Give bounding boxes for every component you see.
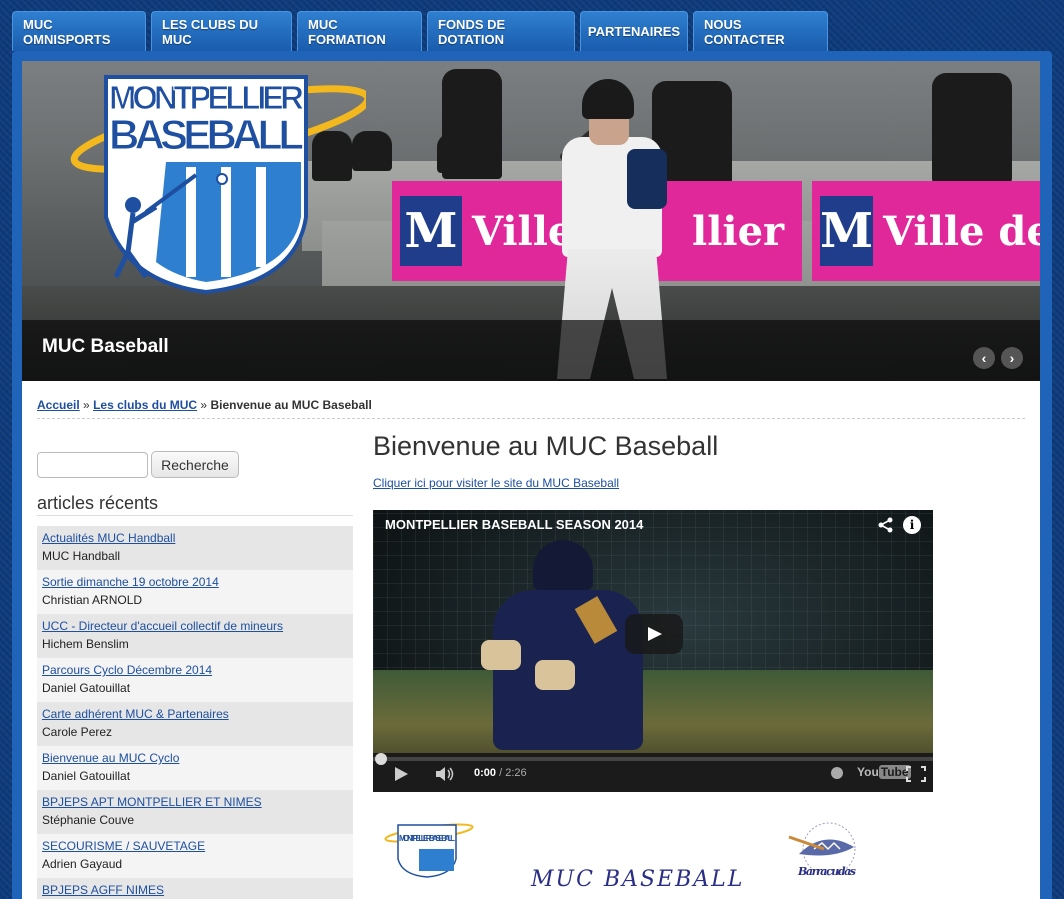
list-item: Parcours Cyclo Décembre 2014 Daniel Gato…: [37, 658, 353, 702]
article-link[interactable]: Carte adhérent MUC & Partenaires: [42, 707, 348, 722]
ad-logo-m: M: [400, 196, 462, 266]
page-title: Bienvenue au MUC Baseball: [373, 431, 719, 461]
breadcrumb-current: Bienvenue au MUC Baseball: [210, 398, 372, 412]
list-item: Actualités MUC Handball MUC Handball: [37, 526, 353, 570]
article-link[interactable]: Sortie dimanche 19 octobre 2014: [42, 575, 348, 590]
current-time: 0:00: [474, 767, 497, 779]
video-player[interactable]: MONTPELLIER BASEBALL SEASON 2014 i 0:00 …: [373, 510, 933, 792]
watch-later-icon[interactable]: [831, 767, 843, 779]
background-player: [932, 73, 1012, 183]
article-author: MUC Handball: [42, 549, 121, 563]
banner-slider: M Ville d llier M Ville de MONTPELLIER B…: [22, 61, 1040, 381]
volume-icon[interactable]: [435, 767, 455, 781]
article-author: Carole Perez: [42, 725, 113, 739]
article-link[interactable]: UCC - Directeur d'accueil collectif de m…: [42, 619, 348, 634]
small-logo-text: MONTPELLIER BASEBALL: [399, 834, 455, 843]
article-link[interactable]: SECOURISME / SAUVETAGE: [42, 839, 348, 854]
article-author: Adrien Gayaud: [42, 857, 123, 871]
ad-text: Ville de M: [883, 207, 1040, 255]
article-author: Hichem Benslim: [42, 637, 129, 651]
ad-logo-m: M: [820, 196, 874, 266]
barracudas-logo: Barracudas: [788, 822, 856, 878]
nav-tab-label: PARTENAIRES: [587, 24, 681, 39]
article-link[interactable]: BPJEPS AGFF NIMES: [42, 883, 348, 898]
list-item: UCC - Directeur d'accueil collectif de m…: [37, 614, 353, 658]
montpellier-baseball-small-logo: MONTPELLIER BASEBALL: [384, 823, 474, 878]
divider: [37, 515, 353, 516]
nav-tab-partenaires[interactable]: PARTENAIRES: [580, 11, 688, 51]
control-play-icon[interactable]: [395, 767, 408, 781]
play-button[interactable]: [625, 614, 683, 654]
ad-board: M Ville de M: [812, 181, 1040, 281]
nav-tab-muc-formation[interactable]: MUC FORMATION: [297, 11, 422, 51]
recent-articles-list: Actualités MUC Handball MUC Handball Sor…: [37, 526, 353, 899]
time-display: 0:00 / 2:26: [474, 767, 527, 779]
nav-tab-muc-omnisports[interactable]: MUC OMNISPORTS: [12, 11, 146, 51]
muc-baseball-wordmark: MUC BASEBALL: [531, 867, 745, 892]
video-controls: 0:00 / 2:26 You Tube: [373, 753, 933, 792]
nav-tab-les-clubs[interactable]: LES CLUBS DU MUC: [151, 11, 292, 51]
slider-next-button[interactable]: ›: [1001, 347, 1023, 369]
share-icon[interactable]: [877, 516, 895, 534]
list-item: BPJEPS AGFF NIMES: [37, 878, 353, 899]
search-button[interactable]: Recherche: [151, 451, 239, 478]
nav-tab-label: MUC FORMATION: [308, 16, 386, 47]
nav-tab-fonds-dotation[interactable]: FONDS DE DOTATION: [427, 11, 575, 51]
fullscreen-icon[interactable]: [906, 766, 926, 782]
barracudas-text: Barracudas: [797, 865, 856, 878]
list-item: Bienvenue au MUC Cyclo Daniel Gatouillat: [37, 746, 353, 790]
montpellier-baseball-logo: MONTPELLIER BASEBALL: [70, 75, 366, 295]
banner-caption-title: MUC Baseball: [42, 336, 169, 357]
youtube-logo[interactable]: You Tube: [857, 765, 911, 779]
article-author: Daniel Gatouillat: [42, 769, 131, 783]
list-item: Carte adhérent MUC & Partenaires Carole …: [37, 702, 353, 746]
nav-tab-label: LES CLUBS DU MUC: [162, 16, 259, 47]
divider: [37, 418, 1025, 419]
article-author: Christian ARNOLD: [42, 593, 143, 607]
nav-tab-label: FONDS DE DOTATION: [438, 16, 506, 47]
breadcrumb-home-link[interactable]: Accueil: [37, 398, 80, 412]
breadcrumb: Accueil » Les clubs du MUC » Bienvenue a…: [37, 398, 372, 412]
ad-board: llier: [682, 181, 802, 281]
breadcrumb-separator: »: [83, 398, 90, 412]
video-frame-batter: [473, 540, 673, 770]
top-nav: MUC OMNISPORTS LES CLUBS DU MUC MUC FORM…: [12, 11, 828, 51]
nav-tab-nous-contacter[interactable]: NOUS CONTACTER: [693, 11, 828, 51]
article-link[interactable]: Actualités MUC Handball: [42, 531, 348, 546]
background-helmet: [437, 133, 477, 173]
ad-text: llier: [692, 207, 785, 255]
nav-tab-label: NOUS CONTACTER: [704, 16, 785, 47]
video-title: MONTPELLIER BASEBALL SEASON 2014: [385, 517, 644, 532]
progress-bar[interactable]: [373, 753, 933, 765]
duration: / 2:26: [499, 767, 527, 779]
banner-caption-bar: MUC Baseball ‹ ›: [22, 320, 1040, 381]
progress-knob[interactable]: [375, 753, 387, 765]
list-item: BPJEPS APT MONTPELLIER ET NIMES Stéphani…: [37, 790, 353, 834]
breadcrumb-clubs-link[interactable]: Les clubs du MUC: [93, 398, 197, 412]
slider-prev-button[interactable]: ‹: [973, 347, 995, 369]
article-link[interactable]: Parcours Cyclo Décembre 2014: [42, 663, 348, 678]
page-content: M Ville d llier M Ville de MONTPELLIER B…: [22, 61, 1040, 899]
logo-baseball-text: BASEBALL: [109, 111, 304, 158]
article-link[interactable]: Bienvenue au MUC Cyclo: [42, 751, 348, 766]
list-item: SECOURISME / SAUVETAGE Adrien Gayaud: [37, 834, 353, 878]
info-icon[interactable]: i: [903, 516, 921, 534]
breadcrumb-separator: »: [200, 398, 208, 412]
article-author: Daniel Gatouillat: [42, 681, 131, 695]
article-link[interactable]: BPJEPS APT MONTPELLIER ET NIMES: [42, 795, 348, 810]
nav-tab-label: MUC OMNISPORTS: [23, 16, 111, 47]
recent-articles-heading: articles récents: [37, 493, 159, 513]
youtube-logo-you: You: [857, 765, 879, 779]
list-item: Sortie dimanche 19 octobre 2014 Christia…: [37, 570, 353, 614]
article-author: Stéphanie Couve: [42, 813, 135, 827]
search-input[interactable]: [37, 452, 148, 478]
visit-site-link[interactable]: Cliquer ici pour visiter le site du MUC …: [373, 476, 619, 490]
